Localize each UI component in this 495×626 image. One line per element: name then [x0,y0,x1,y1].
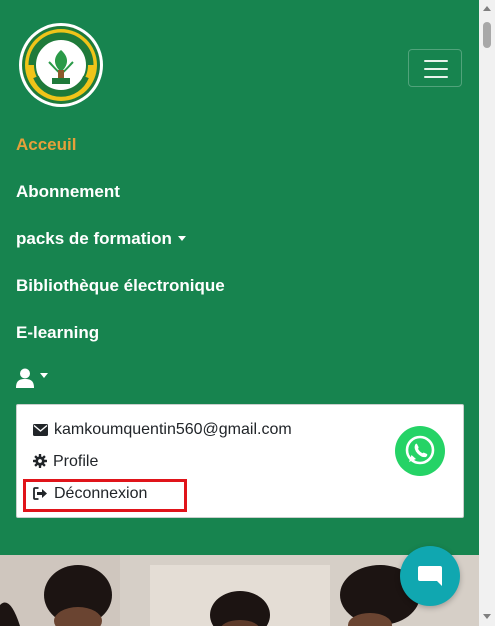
hamburger-icon-bar [424,76,448,78]
caret-down-icon [177,236,186,241]
whatsapp-icon [405,435,435,465]
nav-link-bibliotheque[interactable]: Bibliothèque électronique [16,276,225,296]
navbar-toggler-button[interactable] [408,49,462,87]
logout-highlight-box [23,479,187,512]
hamburger-icon-bar [424,68,448,70]
email-item[interactable]: kamkoumquentin560@gmail.com [33,421,292,439]
scrollbar-thumb[interactable] [483,22,491,48]
scroll-down-arrow-icon[interactable] [483,614,491,619]
nav-link-elearning[interactable]: E-learning [16,323,99,343]
navbar: Acceuil Abonnement packs de formation Bi… [0,0,479,555]
nav-link-abonnement[interactable]: Abonnement [16,182,120,202]
brand-logo[interactable] [18,22,104,108]
user-menu-toggle[interactable] [16,368,48,388]
email-text: kamkoumquentin560@gmail.com [54,421,292,438]
gear-icon [33,454,47,468]
scroll-up-arrow-icon[interactable] [483,6,491,11]
chat-bubble-icon [418,566,442,586]
page-scrollbar[interactable] [479,0,495,626]
hamburger-icon [424,60,448,62]
nav-link-packs-de-formation[interactable]: packs de formation [16,229,186,249]
envelope-icon [33,424,48,436]
nav-link-packs-label: packs de formation [16,229,172,248]
profile-label: Profile [53,453,99,470]
caret-down-icon [40,373,48,379]
chat-button[interactable] [400,546,460,606]
user-icon [16,368,34,388]
profile-link[interactable]: Profile [33,453,98,471]
whatsapp-button[interactable] [395,426,445,476]
nav-link-acceuil[interactable]: Acceuil [16,135,76,155]
